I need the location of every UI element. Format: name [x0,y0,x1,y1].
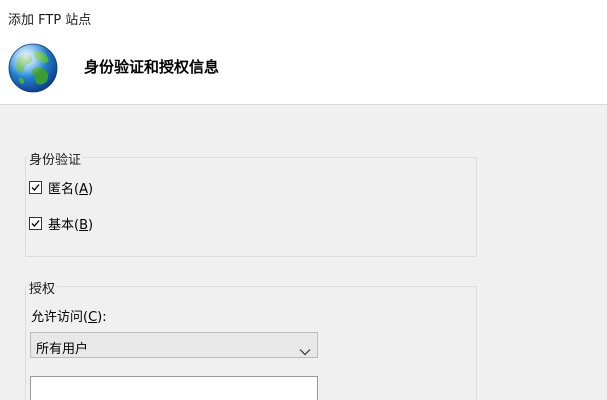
basic-label-tail: ) [88,218,94,233]
basic-label-text: 基本( [48,218,80,233]
anonymous-checkbox[interactable] [29,181,42,194]
globe-icon [7,42,59,94]
anonymous-label-text: 匿名( [48,182,80,197]
allow-access-selected-value: 所有用户 [36,342,89,357]
allow-access-label-tail: ): [97,310,107,325]
add-ftp-site-dialog: 添加 FTP 站点 身份验证和授权信息 身份验证 匿名(A) 基本(B) 授权 … [0,0,607,400]
chevron-down-icon [299,341,311,356]
allow-access-dropdown[interactable]: 所有用户 [30,332,318,358]
anonymous-checkbox-row[interactable]: 匿名(A) [29,178,93,197]
basic-mnemonic: B [79,218,88,233]
authentication-legend: 身份验证 [27,149,84,168]
authorization-legend: 授权 [27,278,58,297]
title-bar: 添加 FTP 站点 [0,0,607,32]
page-title: 身份验证和授权信息 [84,58,220,76]
wizard-header: 身份验证和授权信息 [0,32,607,105]
allow-access-label-text: 允许访问( [31,310,89,325]
basic-label: 基本(B) [48,214,93,233]
basic-checkbox-row[interactable]: 基本(B) [29,214,93,233]
checkmark-icon [31,184,40,191]
checkmark-icon [31,220,40,227]
anonymous-label: 匿名(A) [48,178,93,197]
allow-access-label: 允许访问(C): [31,306,107,325]
anonymous-mnemonic: A [79,182,88,197]
authorization-group: 授权 允许访问(C): 所有用户 [25,278,477,400]
allow-access-mnemonic: C [88,310,98,325]
authentication-group: 身份验证 匿名(A) 基本(B) [25,149,477,257]
anonymous-label-tail: ) [87,182,94,197]
user-role-input[interactable] [30,376,318,400]
window-title: 添加 FTP 站点 [8,13,92,28]
basic-checkbox[interactable] [29,217,42,230]
